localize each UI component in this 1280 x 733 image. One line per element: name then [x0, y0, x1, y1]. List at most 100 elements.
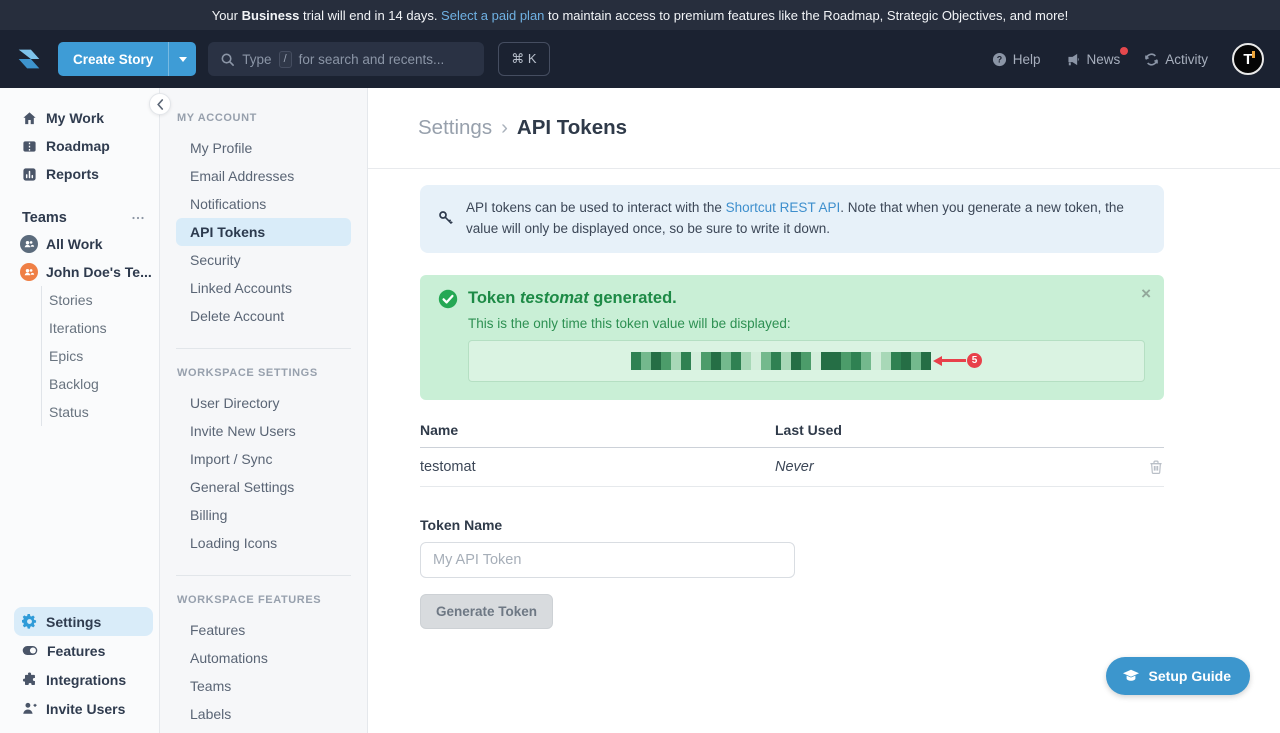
avatar-accent-mark	[1252, 51, 1255, 58]
sidebar-label: Settings	[46, 614, 101, 630]
section-title-workspace-settings: WORKSPACE SETTINGS	[177, 367, 351, 379]
svg-text:?: ?	[996, 54, 1001, 64]
settings-nav-notifications[interactable]: Notifications	[176, 190, 351, 218]
toast-title-pre: Token	[468, 289, 520, 307]
create-story-label: Create Story	[58, 42, 168, 76]
settings-nav-label: Billing	[190, 507, 227, 523]
settings-nav-general-settings[interactable]: General Settings	[176, 473, 351, 501]
breadcrumb-settings-link[interactable]: Settings	[418, 116, 492, 140]
shortcut-rest-api-link[interactable]: Shortcut REST API	[726, 200, 841, 215]
subnav-label: Backlog	[49, 376, 99, 392]
toast-subtitle: This is the only time this token value w…	[468, 316, 1146, 331]
sidebar-item-iterations[interactable]: Iterations	[42, 314, 159, 342]
settings-nav-billing[interactable]: Billing	[176, 501, 351, 529]
settings-nav-email-addresses[interactable]: Email Addresses	[176, 162, 351, 190]
bar-chart-icon	[22, 167, 37, 182]
sidebar-item-stories[interactable]: Stories	[42, 286, 159, 314]
settings-nav-teams[interactable]: Teams	[176, 672, 351, 700]
help-label: Help	[1013, 52, 1041, 67]
sidebar-label: Reports	[46, 166, 99, 182]
settings-nav-import-sync[interactable]: Import / Sync	[176, 445, 351, 473]
close-icon[interactable]: ×	[1141, 285, 1151, 302]
user-avatar[interactable]: T	[1232, 43, 1264, 75]
chevron-down-icon	[179, 57, 187, 62]
trash-icon[interactable]	[1148, 459, 1164, 475]
api-tokens-info-box: API tokens can be used to interact with …	[420, 185, 1164, 253]
setup-guide-label: Setup Guide	[1149, 668, 1231, 684]
sidebar-label: Integrations	[46, 672, 126, 688]
settings-nav-label: API Tokens	[190, 224, 265, 240]
token-name-label: Token Name	[420, 517, 1164, 533]
settings-nav-label: Labels	[190, 706, 231, 722]
navbar-right: ? Help News Activity T	[992, 43, 1264, 75]
sidebar-item-settings[interactable]: Settings	[14, 607, 153, 636]
person-plus-icon	[22, 701, 37, 716]
settings-nav-user-directory[interactable]: User Directory	[176, 389, 351, 417]
teams-more-icon[interactable]	[131, 211, 145, 225]
subnav-label: Status	[49, 404, 89, 420]
settings-nav-label: My Profile	[190, 140, 252, 156]
settings-sidebar: MY ACCOUNT My Profile Email Addresses No…	[160, 88, 368, 733]
team-avatar-icon	[20, 263, 38, 281]
settings-nav-automations[interactable]: Automations	[176, 644, 351, 672]
sidebar-item-john-does-team[interactable]: John Doe's Te...	[0, 258, 159, 286]
settings-nav-label: Linked Accounts	[190, 280, 292, 296]
page-header: Settings › API Tokens	[368, 88, 1280, 169]
team-label: John Doe's Te...	[46, 264, 152, 280]
sidebar-collapse-button[interactable]	[149, 93, 171, 115]
sidebar-item-integrations[interactable]: Integrations	[0, 665, 159, 694]
settings-nav-features[interactable]: Features	[176, 616, 351, 644]
sidebar-label: My Work	[46, 110, 104, 126]
select-paid-plan-link[interactable]: Select a paid plan	[441, 8, 544, 23]
divider	[176, 348, 351, 349]
sidebar-item-reports[interactable]: Reports	[0, 160, 159, 188]
settings-nav-custom-fields[interactable]: Custom Fields	[176, 728, 351, 733]
settings-nav-invite-new-users[interactable]: Invite New Users	[176, 417, 351, 445]
create-story-dropdown[interactable]	[168, 42, 196, 76]
search-input[interactable]: Type / for search and recents...	[208, 42, 484, 76]
activity-label: Activity	[1165, 52, 1208, 67]
settings-nav-label: Invite New Users	[190, 423, 296, 439]
search-icon	[220, 52, 235, 67]
banner-text-post: to maintain access to premium features l…	[544, 8, 1068, 23]
sidebar-item-epics[interactable]: Epics	[42, 342, 159, 370]
tokens-table: Name Last Used testomat Never	[420, 414, 1164, 487]
sidebar-item-backlog[interactable]: Backlog	[42, 370, 159, 398]
sidebar-item-all-work[interactable]: All Work	[0, 230, 159, 258]
page-title: API Tokens	[517, 116, 627, 140]
activity-button[interactable]: Activity	[1144, 52, 1208, 67]
setup-guide-button[interactable]: Setup Guide	[1106, 657, 1250, 695]
info-text: API tokens can be used to interact with …	[466, 198, 1144, 240]
sidebar-item-status[interactable]: Status	[42, 398, 159, 426]
team-avatar-icon	[20, 235, 38, 253]
settings-nav-labels[interactable]: Labels	[176, 700, 351, 728]
settings-nav-linked-accounts[interactable]: Linked Accounts	[176, 274, 351, 302]
search-shortcut-hint: ⌘ K	[498, 42, 549, 76]
team-label: All Work	[46, 236, 103, 252]
news-button[interactable]: News	[1064, 52, 1120, 67]
key-icon	[438, 210, 454, 226]
sidebar-label: Invite Users	[46, 701, 125, 717]
sidebar-item-invite-users[interactable]: Invite Users	[0, 694, 159, 723]
sidebar-item-roadmap[interactable]: Roadmap	[0, 132, 159, 160]
settings-nav-label: General Settings	[190, 479, 294, 495]
token-name-cell: testomat	[420, 459, 775, 475]
settings-nav-security[interactable]: Security	[176, 246, 351, 274]
shortcut-logo-icon[interactable]	[12, 42, 46, 76]
activity-icon	[1144, 52, 1159, 67]
settings-nav-my-profile[interactable]: My Profile	[176, 134, 351, 162]
sidebar-item-my-work[interactable]: My Work	[0, 104, 159, 132]
token-name-input[interactable]	[420, 542, 795, 578]
chevron-right-icon: ›	[501, 116, 508, 140]
settings-nav-delete-account[interactable]: Delete Account	[176, 302, 351, 330]
help-button[interactable]: ? Help	[992, 52, 1041, 67]
generate-token-button[interactable]: Generate Token	[420, 594, 553, 629]
token-generated-toast: × Token testomat generated. This is the …	[420, 275, 1164, 400]
sidebar-item-features[interactable]: Features	[0, 636, 159, 665]
settings-nav-loading-icons[interactable]: Loading Icons	[176, 529, 351, 557]
create-story-button[interactable]: Create Story	[58, 42, 196, 76]
sidebar-label: Roadmap	[46, 138, 110, 154]
subnav-label: Stories	[49, 292, 93, 308]
section-title-my-account: MY ACCOUNT	[177, 112, 351, 124]
settings-nav-api-tokens[interactable]: API Tokens	[176, 218, 351, 246]
